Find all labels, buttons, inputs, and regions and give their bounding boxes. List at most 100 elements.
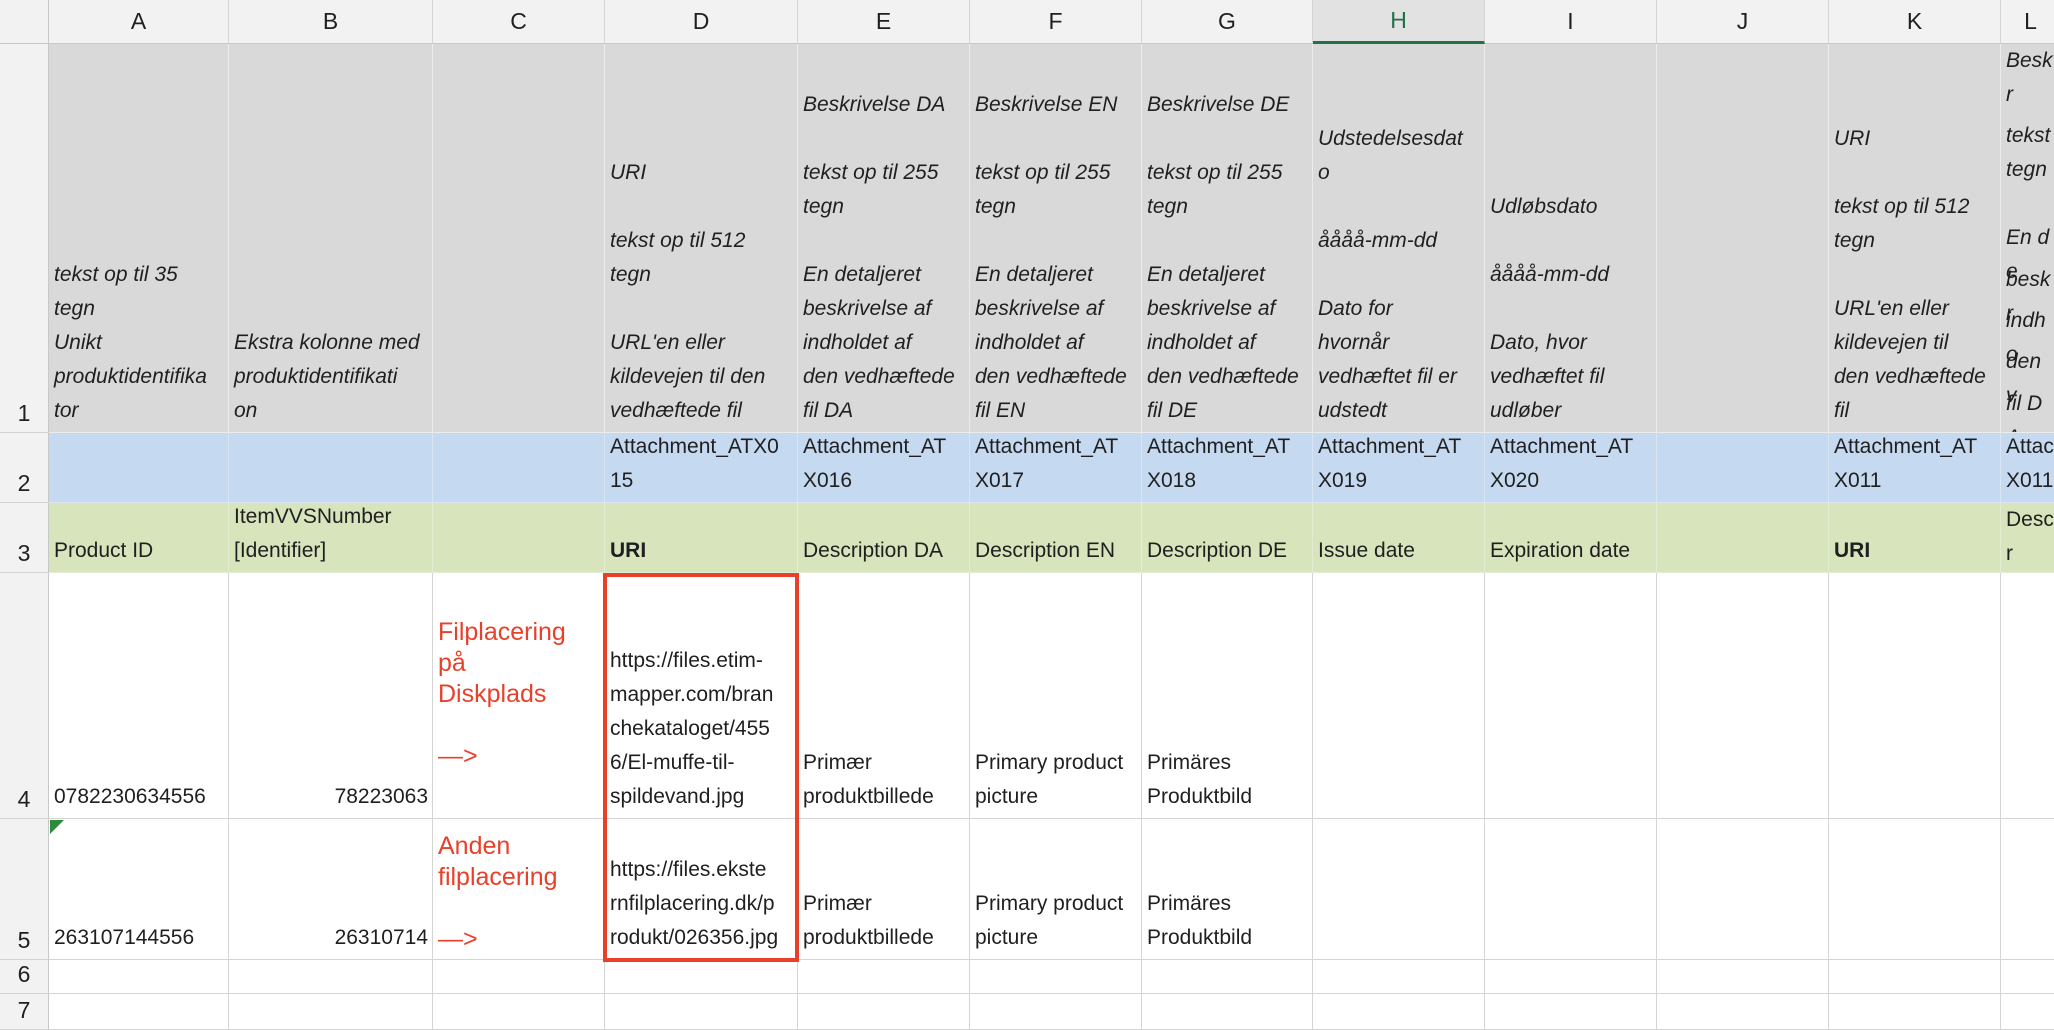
column-header-b[interactable]: B	[229, 0, 433, 44]
cell-e2[interactable]: Attachment_AT X016	[798, 433, 970, 503]
cell-e1[interactable]: Beskrivelse DA tekst op til 255 tegn En det…	[798, 44, 970, 433]
cell-k6[interactable]	[1829, 960, 2001, 994]
row-header-4[interactable]: 4	[0, 573, 49, 819]
column-header-l[interactable]: L	[2001, 0, 2054, 44]
column-header-i[interactable]: I	[1485, 0, 1657, 44]
cell-k4[interactable]	[1829, 573, 2001, 819]
cell-l4[interactable]	[2001, 573, 2054, 819]
cell-c7[interactable]	[433, 994, 605, 1030]
cell-c1[interactable]	[433, 44, 605, 433]
cell-d7[interactable]	[605, 994, 798, 1030]
cell-a2[interactable]	[49, 433, 229, 503]
cell-b3[interactable]: ItemVVSNumber [Identifier]	[229, 503, 433, 573]
cell-e4[interactable]: Primær produktbillede	[798, 573, 970, 819]
cell-j7[interactable]	[1657, 994, 1829, 1030]
cell-j3[interactable]	[1657, 503, 1829, 573]
cell-i6[interactable]	[1485, 960, 1657, 994]
cell-c5[interactable]: Anden filplacering —>	[433, 819, 605, 960]
cell-f5[interactable]: Primary product picture	[970, 819, 1142, 960]
cell-e5[interactable]: Primær produktbillede	[798, 819, 970, 960]
cell-b4[interactable]: 78223063	[229, 573, 433, 819]
cell-d6[interactable]	[605, 960, 798, 994]
cell-h4[interactable]	[1313, 573, 1485, 819]
column-header-j[interactable]: J	[1657, 0, 1829, 44]
cell-g7[interactable]	[1142, 994, 1313, 1030]
cell-h7[interactable]	[1313, 994, 1485, 1030]
cell-h2[interactable]: Attachment_AT X019	[1313, 433, 1485, 503]
cell-e3[interactable]: Description DA	[798, 503, 970, 573]
cell-g3[interactable]: Description DE	[1142, 503, 1313, 573]
cell-c6[interactable]	[433, 960, 605, 994]
cell-d2[interactable]: Attachment_ATX0 15	[605, 433, 798, 503]
cell-l3[interactable]: Descr	[2001, 503, 2054, 573]
cell-b2[interactable]	[229, 433, 433, 503]
cell-g2[interactable]: Attachment_AT X018	[1142, 433, 1313, 503]
cell-h6[interactable]	[1313, 960, 1485, 994]
cell-c2[interactable]	[433, 433, 605, 503]
cell-b1[interactable]: Ekstra kolonne med produktidentifikati on	[229, 44, 433, 433]
cell-a4[interactable]: 0782230634556	[49, 573, 229, 819]
cell-a5[interactable]: 263107144556	[49, 819, 229, 960]
cell-d1[interactable]: URI tekst op til 512 tegn URL'en eller kilde…	[605, 44, 798, 433]
column-header-a[interactable]: A	[49, 0, 229, 44]
cell-c4[interactable]: Filplacering på Diskplads —>	[433, 573, 605, 819]
cell-j4[interactable]	[1657, 573, 1829, 819]
cell-k3[interactable]: URI	[1829, 503, 2001, 573]
cell-l7[interactable]	[2001, 994, 2054, 1030]
cell-i7[interactable]	[1485, 994, 1657, 1030]
row-header-3[interactable]: 3	[0, 503, 49, 573]
cell-j5[interactable]	[1657, 819, 1829, 960]
cell-i2[interactable]: Attachment_AT X020	[1485, 433, 1657, 503]
cell-j2[interactable]	[1657, 433, 1829, 503]
cell-k5[interactable]	[1829, 819, 2001, 960]
cell-j6[interactable]	[1657, 960, 1829, 994]
column-header-k[interactable]: K	[1829, 0, 2001, 44]
cell-a3[interactable]: Product ID	[49, 503, 229, 573]
cell-f2[interactable]: Attachment_AT X017	[970, 433, 1142, 503]
cell-a7[interactable]	[49, 994, 229, 1030]
column-header-d[interactable]: D	[605, 0, 798, 44]
column-header-c[interactable]: C	[433, 0, 605, 44]
cell-j1[interactable]	[1657, 44, 1829, 433]
cell-b5[interactable]: 26310714	[229, 819, 433, 960]
cell-l2[interactable]: Attac X011	[2001, 433, 2054, 503]
cell-f4[interactable]: Primary product picture	[970, 573, 1142, 819]
cell-k2[interactable]: Attachment_AT X011	[1829, 433, 2001, 503]
cell-e6[interactable]	[798, 960, 970, 994]
select-all-corner[interactable]	[0, 0, 49, 44]
cell-g4[interactable]: Primäres Produktbild	[1142, 573, 1313, 819]
cell-i5[interactable]	[1485, 819, 1657, 960]
cell-h1[interactable]: Udstedelsesdat o åååå-mm-dd Dato for hvornår…	[1313, 44, 1485, 433]
cell-k7[interactable]	[1829, 994, 2001, 1030]
row-header-6[interactable]: 6	[0, 960, 49, 994]
row-header-2[interactable]: 2	[0, 433, 49, 503]
cell-h3[interactable]: Issue date	[1313, 503, 1485, 573]
cell-f7[interactable]	[970, 994, 1142, 1030]
cell-l5[interactable]	[2001, 819, 2054, 960]
cell-e7[interactable]	[798, 994, 970, 1030]
column-header-g[interactable]: G	[1142, 0, 1313, 44]
row-header-7[interactable]: 7	[0, 994, 49, 1030]
cell-i4[interactable]	[1485, 573, 1657, 819]
cell-i3[interactable]: Expiration date	[1485, 503, 1657, 573]
cell-f3[interactable]: Description EN	[970, 503, 1142, 573]
row-header-1[interactable]: 1	[0, 44, 49, 433]
column-header-f[interactable]: F	[970, 0, 1142, 44]
cell-l6[interactable]	[2001, 960, 2054, 994]
cell-d3[interactable]: URI	[605, 503, 798, 573]
row-header-5[interactable]: 5	[0, 819, 49, 960]
cell-b7[interactable]	[229, 994, 433, 1030]
cell-b6[interactable]	[229, 960, 433, 994]
cell-k1[interactable]: URI tekst op til 512 tegn URL'en eller kilde…	[1829, 44, 2001, 433]
cell-g1[interactable]: Beskrivelse DE tekst op til 255 tegn En det…	[1142, 44, 1313, 433]
cell-h5[interactable]	[1313, 819, 1485, 960]
cell-g6[interactable]	[1142, 960, 1313, 994]
cell-f6[interactable]	[970, 960, 1142, 994]
cell-a6[interactable]	[49, 960, 229, 994]
cell-i1[interactable]: Udløbsdato åååå-mm-dd Dato, hvor vedhæftet …	[1485, 44, 1657, 433]
cell-l1[interactable]: Beskr tekst tegn En debeskrindhoden vfil DA	[2001, 44, 2054, 433]
cell-g5[interactable]: Primäres Produktbild	[1142, 819, 1313, 960]
cell-f1[interactable]: Beskrivelse EN tekst op til 255 tegn En det…	[970, 44, 1142, 433]
cell-c3[interactable]	[433, 503, 605, 573]
column-header-e[interactable]: E	[798, 0, 970, 44]
